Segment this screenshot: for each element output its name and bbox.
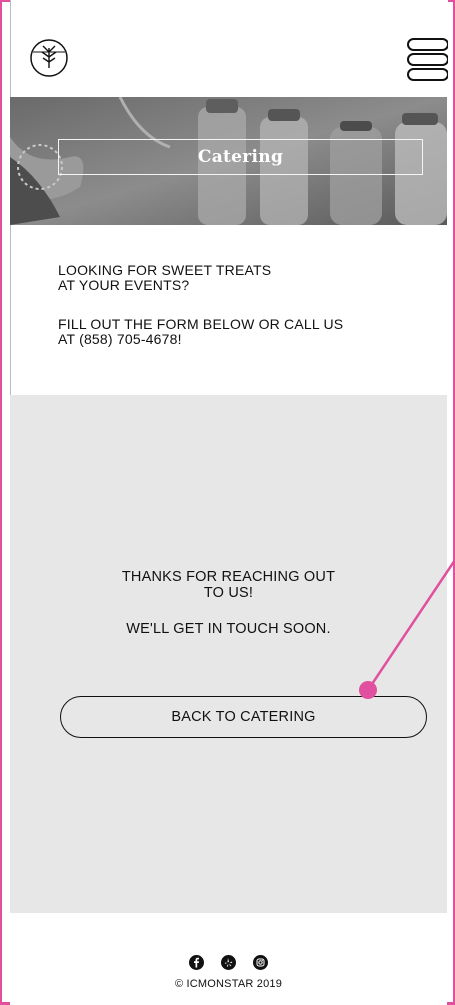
follow-up-message: WE'LL GET IN TOUCH SOON. [126,621,331,637]
copyright-text: © ICMONSTAR 2019 [174,978,283,990]
hamburger-menu-icon[interactable] [406,36,448,84]
back-to-catering-button[interactable]: BACK TO CATERING [60,696,427,738]
thanks-line-2: TO US! [203,585,254,601]
social-links [10,955,447,970]
thanks-line-1: THANKS FOR REACHING OUT [121,569,336,585]
catering-intro: LOOKING FOR SWEET TREATS AT YOUR EVENTS?… [10,225,448,395]
instagram-icon[interactable] [253,955,268,970]
site-header [10,0,448,97]
facebook-icon[interactable] [189,955,204,970]
intro-line-3: FILL OUT THE FORM BELOW OR CALL US [58,316,344,332]
site-footer: © ICMONSTAR 2019 [10,913,447,1005]
yelp-icon[interactable] [221,955,236,970]
intro-question: LOOKING FOR SWEET TREATS AT YOUR EVENTS? [58,263,358,293]
intro-line-4: AT (858) 705-4678! [58,331,182,347]
leaf-logo-icon[interactable] [29,38,69,78]
intro-line-2: AT YOUR EVENTS? [58,277,190,293]
hero-title: Catering [197,147,284,167]
thanks-message: THANKS FOR REACHING OUT TO US! [10,569,447,601]
confirmation-panel: THANKS FOR REACHING OUT TO US! WE'LL GET… [10,395,447,913]
hero-title-box: Catering [58,139,423,175]
intro-call-to-action: FILL OUT THE FORM BELOW OR CALL US AT (8… [58,317,398,347]
catering-confirmation-page: Catering LOOKING FOR SWEET TREATS AT YOU… [10,0,448,1005]
intro-line-1: LOOKING FOR SWEET TREATS [58,262,272,278]
catering-hero-banner: Catering [10,97,447,225]
